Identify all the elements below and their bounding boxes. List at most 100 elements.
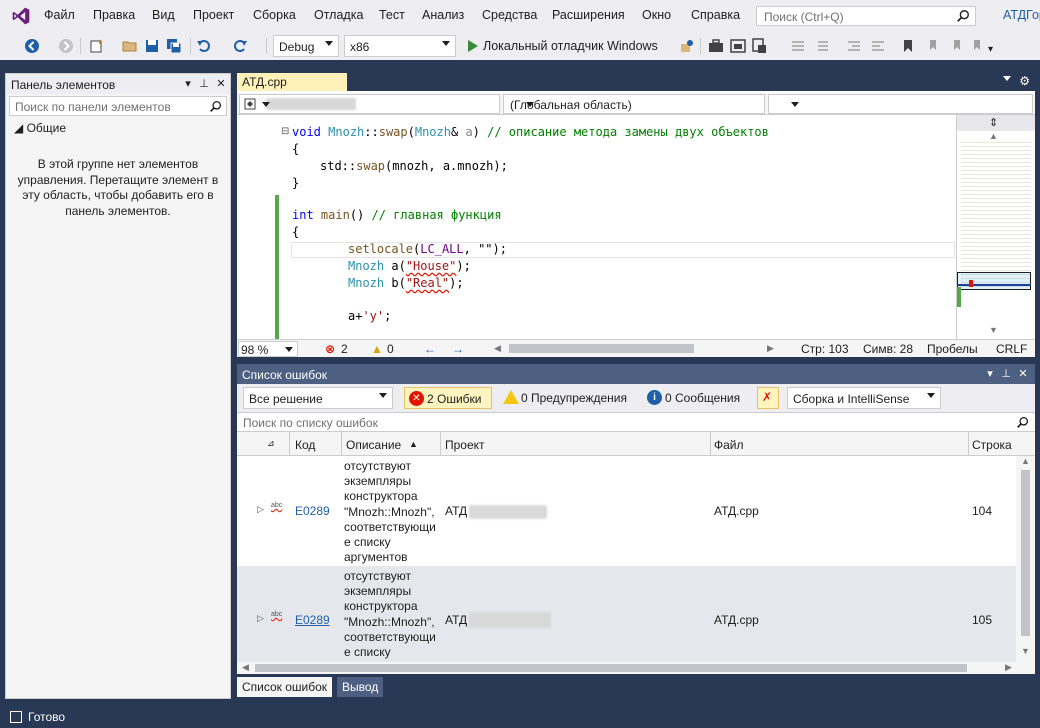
scroll-up-icon[interactable]: ▲ — [989, 131, 998, 141]
table-row[interactable]: ▷ abc E0289 отсутствуют экземпляры конст… — [237, 456, 1016, 566]
scroll-up-icon[interactable]: ▲ — [1021, 456, 1030, 466]
clear-bookmarks-icon[interactable] — [968, 38, 984, 54]
horizontal-scrollbar[interactable]: ◀ ▶ — [237, 662, 1035, 674]
column-filter-icon[interactable]: ⊿ — [267, 438, 275, 449]
pin-icon[interactable]: ⊥ — [1000, 367, 1012, 380]
scroll-left-icon[interactable]: ◀ — [242, 662, 249, 673]
arrow-left-icon[interactable]: ← — [424, 342, 436, 356]
redo-icon[interactable] — [232, 38, 248, 54]
warnings-filter-button[interactable]: 0 Предупреждения — [499, 387, 633, 409]
tab-error-list[interactable]: Список ошибок — [237, 677, 333, 697]
scroll-right-icon[interactable]: ▶ — [767, 343, 774, 354]
chevron-down-icon[interactable]: ▾ — [182, 77, 194, 90]
menu-analyze[interactable]: Анализ — [422, 8, 464, 22]
menu-edit[interactable]: Правка — [93, 8, 135, 22]
menu-file[interactable]: Файл — [44, 8, 75, 22]
code-text-area[interactable]: ⊟ void Mnozh::swap(Mnozh& a) // описание… — [237, 115, 956, 339]
quick-search-input[interactable]: Поиск (Ctrl+Q) — [756, 6, 976, 26]
visual-studio-logo-icon[interactable] — [10, 6, 32, 26]
error-count[interactable]: 2 — [341, 342, 348, 356]
menu-test[interactable]: Тест — [379, 8, 405, 22]
next-bookmark-icon[interactable] — [948, 38, 964, 54]
menu-help[interactable]: Справка — [691, 8, 740, 22]
scrollbar-thumb[interactable] — [1021, 470, 1030, 636]
scrollbar-minimap[interactable]: ⇕ ▲ ▼ — [956, 115, 1035, 339]
horizontal-scrollbar-thumb[interactable] — [509, 344, 694, 353]
expand-icon[interactable]: ▷ — [257, 613, 264, 624]
menu-build[interactable]: Сборка — [253, 8, 296, 22]
toolbar-overflow-icon[interactable]: ▾ — [988, 44, 993, 55]
column-line[interactable]: Строка — [972, 438, 1012, 452]
toolbox-search-input[interactable]: Поиск по панели элементов — [9, 96, 227, 116]
error-count-icon[interactable]: ⊗ — [325, 342, 335, 356]
save-icon[interactable] — [144, 38, 160, 54]
search-icon[interactable] — [1016, 416, 1029, 429]
scroll-down-icon[interactable]: ▼ — [1021, 646, 1030, 656]
expand-icon[interactable]: ▷ — [257, 504, 264, 515]
previous-bookmark-icon[interactable] — [924, 38, 940, 54]
collapse-icon[interactable]: ⊟ — [281, 126, 289, 137]
pin-icon[interactable]: ⊥ — [198, 77, 210, 90]
zoom-select[interactable]: 98 % — [238, 341, 298, 357]
navigate-forward-icon[interactable] — [58, 38, 74, 54]
error-code-link[interactable]: E0289 — [295, 504, 330, 518]
global-scope-select[interactable]: (Глобальная область) — [503, 94, 765, 114]
navigate-back-icon[interactable] — [24, 38, 40, 54]
column-file[interactable]: Файл — [714, 438, 744, 452]
column-project[interactable]: Проект — [445, 438, 485, 452]
increase-indent-icon[interactable] — [870, 38, 886, 54]
warning-count[interactable]: 0 — [387, 342, 394, 356]
indent-mode[interactable]: Пробелы — [927, 342, 978, 356]
project-scope-select[interactable] — [239, 94, 500, 114]
tab-atd-cpp[interactable]: АТД.cpp — [237, 73, 347, 91]
messages-filter-button[interactable]: i 0 Сообщения — [643, 387, 747, 409]
attach-process-icon[interactable] — [679, 38, 695, 54]
toolbox-group-general[interactable]: ◢ Общие — [14, 121, 66, 135]
vertical-scrollbar[interactable]: ▲ ▼ — [1016, 456, 1035, 662]
save-all-icon[interactable] — [166, 38, 182, 54]
menu-project[interactable]: Проект — [193, 8, 234, 22]
tab-output[interactable]: Вывод — [337, 677, 384, 697]
comment-out-icon[interactable] — [790, 38, 806, 54]
scroll-down-icon[interactable]: ▼ — [989, 325, 998, 335]
table-row[interactable]: ▷ abc E0289 отсутствуют экземпляры конст… — [237, 566, 1016, 662]
open-folder-icon[interactable] — [122, 38, 138, 54]
scope-filter-select[interactable]: Все решение — [243, 387, 393, 409]
menu-extensions[interactable]: Расширения — [552, 8, 625, 22]
undo-icon[interactable] — [196, 38, 212, 54]
browser-link-icon[interactable] — [730, 38, 746, 54]
menu-debug[interactable]: Отладка — [314, 8, 363, 22]
error-code-link[interactable]: E0289 — [295, 613, 330, 627]
errors-filter-button[interactable]: ✕ 2 Ошибки — [404, 387, 492, 409]
configuration-select[interactable]: Debug — [273, 35, 339, 57]
arrow-right-icon[interactable]: → — [452, 342, 464, 356]
column-code[interactable]: Код — [295, 438, 315, 452]
column-description[interactable]: Описание — [346, 438, 401, 452]
scroll-left-icon[interactable]: ◀ — [494, 343, 501, 354]
bookmark-icon[interactable] — [900, 38, 916, 54]
member-select[interactable] — [768, 94, 1033, 114]
gear-icon[interactable]: ⚙ — [1019, 74, 1030, 88]
scroll-right-icon[interactable]: ▶ — [1005, 662, 1012, 673]
new-project-icon[interactable] — [88, 38, 104, 54]
search-icon[interactable] — [956, 9, 970, 23]
solution-explorer-icon[interactable] — [752, 38, 768, 54]
close-icon[interactable]: ✕ — [215, 77, 227, 90]
close-icon[interactable]: ✕ — [1017, 367, 1029, 380]
build-source-select[interactable]: Сборка и IntelliSense — [787, 387, 941, 409]
start-debugging-button[interactable]: Локальный отладчик Windows — [464, 35, 678, 57]
scrollbar-thumb[interactable] — [255, 664, 967, 672]
clear-filter-button[interactable]: ✗ — [757, 387, 779, 409]
decrease-indent-icon[interactable] — [846, 38, 862, 54]
uncomment-icon[interactable] — [814, 38, 830, 54]
menu-tools[interactable]: Средства — [482, 8, 537, 22]
platform-select[interactable]: x86 — [344, 35, 456, 57]
toolbox-icon[interactable] — [708, 38, 724, 54]
split-icon[interactable]: ⇕ — [989, 116, 998, 129]
line-ending[interactable]: CRLF — [996, 342, 1027, 356]
menu-window[interactable]: Окно — [642, 8, 671, 22]
search-icon[interactable] — [209, 100, 222, 113]
warning-count-icon[interactable]: ▲ — [371, 342, 383, 356]
menu-view[interactable]: Вид — [152, 8, 175, 22]
error-list-search-input[interactable]: Поиск по списку ошибок — [237, 412, 1035, 432]
